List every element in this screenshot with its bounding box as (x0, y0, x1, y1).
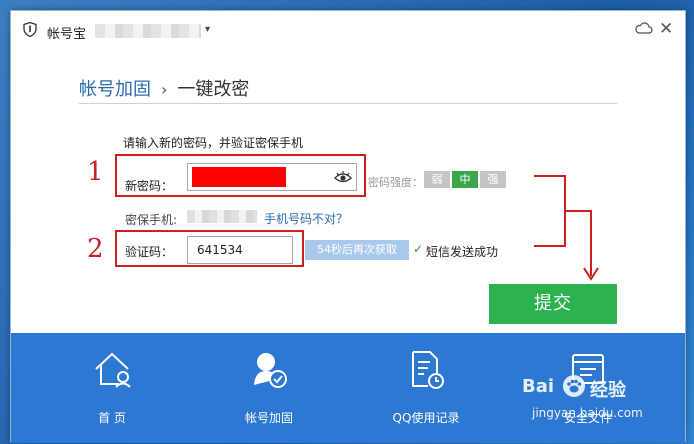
watermark-url: jingyan.baidu.com (532, 406, 643, 420)
nav-account-guard-label: 帐号加固 (244, 411, 293, 425)
nav-qq-usage-record[interactable]: QQ使用记录 (361, 333, 491, 443)
nav-home-label: 首 页 (98, 411, 126, 425)
strength-weak: 弱 (424, 171, 450, 188)
nav-account-guard[interactable]: 帐号加固 (204, 333, 334, 443)
shield-user-icon (254, 353, 287, 388)
breadcrumb-divider (79, 103, 617, 104)
strength-medium: 中 (452, 171, 478, 188)
check-icon: ✓ (413, 242, 424, 256)
document-clock-icon (412, 351, 444, 389)
security-phone-masked (187, 210, 257, 223)
annotation-arrow-icon (534, 175, 599, 281)
app-title: 帐号宝 (47, 27, 87, 42)
breadcrumb: 帐号加固 › 一键改密 (79, 75, 249, 101)
nav-home[interactable]: 首 页 (47, 333, 177, 443)
account-name-masked[interactable] (95, 24, 201, 38)
nav-qq-usage-label: QQ使用记录 (392, 411, 460, 425)
close-icon[interactable]: ✕ (659, 20, 673, 38)
account-dropdown-caret-icon[interactable]: ▾ (205, 24, 210, 35)
breadcrumb-separator-icon: › (161, 80, 168, 99)
sms-sent-status: 短信发送成功 (426, 245, 499, 259)
breadcrumb-parent-link[interactable]: 帐号加固 (79, 79, 151, 100)
watermark-brand-suffix: 经验 (590, 380, 626, 401)
wrong-phone-link[interactable]: 手机号码不对？ (264, 210, 348, 227)
breadcrumb-current: 一键改密 (177, 79, 250, 100)
annotation-box-2 (115, 230, 304, 267)
resend-code-button[interactable]: 54秒后再次获取 (305, 240, 409, 260)
annotation-step-1: 1 (87, 157, 104, 187)
submit-button[interactable]: 提交 (489, 284, 617, 324)
shield-logo-icon (23, 22, 37, 37)
baidu-jingyan-watermark: Bai 经验 jingyan.baidu.com (510, 372, 670, 432)
cloud-icon[interactable] (635, 20, 653, 36)
form-instruction: 请输入新的密码，并验证密保手机 (123, 136, 304, 150)
strength-strong: 强 (480, 171, 506, 188)
annotation-box-1 (115, 154, 366, 197)
watermark-brand: Bai (522, 376, 555, 397)
security-phone-label: 密保手机: (125, 213, 178, 227)
baidu-paw-icon (563, 375, 585, 397)
home-icon (95, 352, 131, 388)
title-bar: 帐号宝 ▾ ✕ (11, 11, 685, 49)
password-strength-label: 密码强度： (368, 176, 423, 189)
annotation-step-2: 2 (87, 234, 104, 264)
